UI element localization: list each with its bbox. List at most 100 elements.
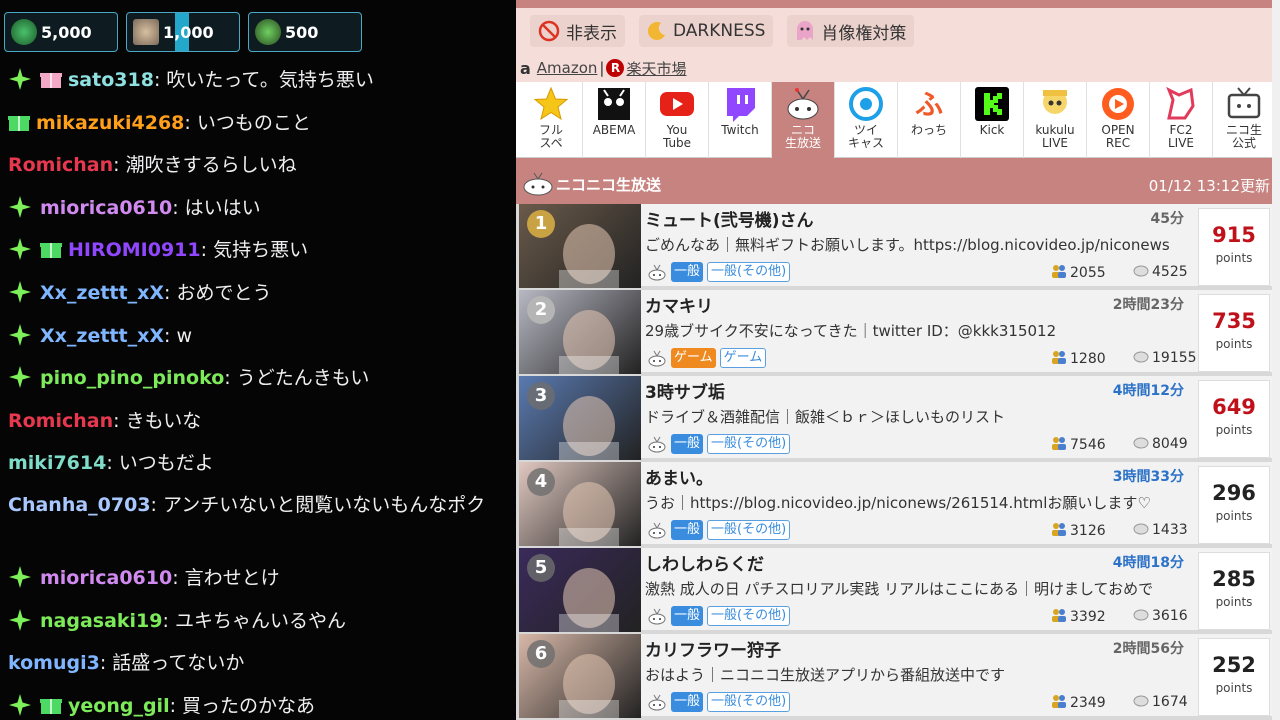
service-tab-kukulu[interactable]: kukulu LIVE <box>1024 82 1087 158</box>
chat-username[interactable]: miorica0610 <box>40 567 172 589</box>
subcategory-tag[interactable]: 一般(その他) <box>707 520 791 540</box>
service-tab-label: Twitch <box>721 123 759 137</box>
points-box: 915 points <box>1198 208 1270 286</box>
hype-badge: 500 <box>248 12 362 52</box>
shop-links: a Amazon | R 楽天市場 <box>516 54 1280 82</box>
stream-description: 29歳ブサイク不安になってきた｜twitter ID：@kkk315012 <box>645 322 1057 340</box>
subcategory-tag[interactable]: 一般(その他) <box>707 692 791 712</box>
service-tab-twitch[interactable]: Twitch <box>709 82 772 158</box>
rank-badge: 3 <box>527 382 555 410</box>
stream-thumbnail[interactable]: 4 <box>519 462 641 546</box>
service-tab-twitcasting[interactable]: ツイ キャス <box>835 82 898 158</box>
service-tab-wacchi[interactable]: ふわっち <box>898 82 961 158</box>
stream-thumbnail[interactable]: 1 <box>519 204 641 288</box>
category-badge[interactable]: 一般 <box>671 262 704 282</box>
service-tab-fc2[interactable]: FC2 LIVE <box>1150 82 1213 158</box>
points-value: 296 <box>1212 481 1256 505</box>
viewer-value: 3126 <box>1070 523 1106 539</box>
sparkle-icon <box>8 280 32 304</box>
sparkle-icon <box>8 608 32 632</box>
viewer-count: 7546 <box>1051 436 1106 453</box>
chat-username[interactable]: nagasaki19 <box>40 610 163 632</box>
chat-message: Romichan: きもいな <box>8 407 201 435</box>
chat-username[interactable]: sato318 <box>68 69 154 91</box>
stream-thumbnail[interactable]: 2 <box>519 290 641 374</box>
stream-row[interactable]: 3 3時サブ垢 4時間12分 ドライブ＆酒雑配信｜飯雑＜ｂｒ＞ほしいものリスト 一般 一般… <box>519 376 1272 460</box>
category-badge[interactable]: 一般 <box>671 434 704 454</box>
stream-thumbnail[interactable]: 5 <box>519 548 641 632</box>
stream-row[interactable]: 4 あまい。 3時間33分 うお｜https://blog.nicovideo.jp/… <box>519 462 1272 546</box>
subcategory-tag[interactable]: ゲーム <box>719 348 767 368</box>
darkness-button[interactable]: DARKNESS <box>639 15 774 47</box>
chat-username[interactable]: komugi3 <box>8 652 100 674</box>
chat-username[interactable]: Romichan <box>8 154 113 176</box>
stream-row[interactable]: 2 カマキリ 2時間23分 29歳ブサイク不安になってきた｜twitter ID：@k… <box>519 290 1272 374</box>
stream-row[interactable]: 1 ミュート(弐号機)さん 45分 ごめんなあ｜無料ギフトお願いします。https:/… <box>519 204 1272 288</box>
service-tab-label: FC2 LIVE <box>1167 123 1194 150</box>
viewer-count: 3392 <box>1051 608 1106 625</box>
stream-title[interactable]: しわしわらくだ <box>645 550 764 575</box>
chat-username[interactable]: Romichan <box>8 410 113 432</box>
chat-username[interactable]: yeong_gil <box>68 695 170 717</box>
chat-username[interactable]: pino_pino_pinoko <box>40 367 224 389</box>
service-tab-youtube[interactable]: You Tube <box>646 82 709 158</box>
service-tab-niconico[interactable]: ニコ 生放送 <box>772 82 835 158</box>
sparkle-icon <box>8 67 32 91</box>
chat-username[interactable]: HIROMI0911 <box>68 239 201 261</box>
stream-title[interactable]: 3時サブ垢 <box>645 378 725 403</box>
chat-username[interactable]: Xx_zettt_xX <box>40 325 164 347</box>
subcategory-tag[interactable]: 一般(その他) <box>707 434 791 454</box>
points-label: points <box>1215 251 1253 265</box>
viewer-value: 2055 <box>1070 265 1106 281</box>
chat-username[interactable]: miki7614 <box>8 452 106 474</box>
stream-thumbnail[interactable]: 3 <box>519 376 641 460</box>
comment-icon <box>1133 523 1149 535</box>
rank-badge: 5 <box>527 554 555 582</box>
niconico-icon <box>647 434 667 454</box>
service-tab-kick[interactable]: Kick <box>961 82 1024 158</box>
service-tab-label: わっち <box>910 123 947 137</box>
chat-text: : アンチいないと閲覧いないもんなポク <box>150 494 486 516</box>
comment-icon <box>1133 351 1149 363</box>
service-tab-abema[interactable]: ABEMA <box>583 82 646 158</box>
service-tab-label: kukulu LIVE <box>1035 123 1075 150</box>
badge-value: 5,000 <box>41 22 92 42</box>
stream-title[interactable]: カマキリ <box>645 292 713 317</box>
stream-title[interactable]: カリフラワー狩子 <box>645 636 781 661</box>
category-badge[interactable]: 一般 <box>671 606 704 626</box>
chat-username[interactable]: mikazuki4268 <box>36 112 184 134</box>
amazon-link[interactable]: Amazon <box>537 59 598 77</box>
chat-panel: 5,000 1,000 500 sato318: 吹いたって。気持ち悪い mikazu… <box>0 0 516 720</box>
chat-text: : おめでとう <box>164 282 272 304</box>
scrollbar[interactable] <box>1272 0 1280 720</box>
stream-row[interactable]: 6 カリフラワー狩子 2時間56分 おはよう｜ニコニコ生放送アプリから番組放送中です一… <box>519 634 1272 718</box>
stream-tags: 一般 一般(その他) <box>647 692 791 712</box>
chat-username[interactable]: Chanha_0703 <box>8 494 151 516</box>
viewer-count: 3126 <box>1051 522 1106 539</box>
service-tab-label: ニコ 生放送 <box>784 123 821 150</box>
stream-tags: 一般 一般(その他) <box>647 606 791 626</box>
subcategory-tag[interactable]: 一般(その他) <box>707 262 791 282</box>
service-tab-openrec[interactable]: OPEN REC <box>1087 82 1150 158</box>
chat-text: : ユキちゃんいるやん <box>162 609 346 632</box>
service-tab-star[interactable]: フル スペ <box>520 82 583 158</box>
stream-duration: 3時間33分 <box>1112 469 1184 485</box>
points-value: 285 <box>1212 567 1256 591</box>
viewer-count: 2055 <box>1051 264 1106 281</box>
hide-button[interactable]: 非表示 <box>530 15 625 47</box>
category-badge[interactable]: 一般 <box>671 520 704 540</box>
comment-value: 3616 <box>1152 608 1188 624</box>
category-badge[interactable]: ゲーム <box>671 348 716 368</box>
category-badge[interactable]: 一般 <box>671 692 704 712</box>
stream-title[interactable]: ミュート(弐号機)さん <box>645 206 814 231</box>
stream-duration: 4時間18分 <box>1112 555 1184 571</box>
subcategory-tag[interactable]: 一般(その他) <box>707 606 791 626</box>
portrait-rights-button[interactable]: 肖像権対策 <box>787 15 915 47</box>
rakuten-link[interactable]: 楽天市場 <box>626 58 686 79</box>
stream-row[interactable]: 5 しわしわらくだ 4時間18分 激熱 成人の日 パチスロリアル実践 リアルはここにあ… <box>519 548 1272 632</box>
stream-title[interactable]: あまい。 <box>645 464 713 489</box>
chat-username[interactable]: miorica0610 <box>40 197 172 219</box>
chat-username[interactable]: Xx_zettt_xX <box>40 282 164 304</box>
stream-thumbnail[interactable]: 6 <box>519 634 641 718</box>
service-tab-tv[interactable]: ニコ生 公式 <box>1213 82 1276 158</box>
